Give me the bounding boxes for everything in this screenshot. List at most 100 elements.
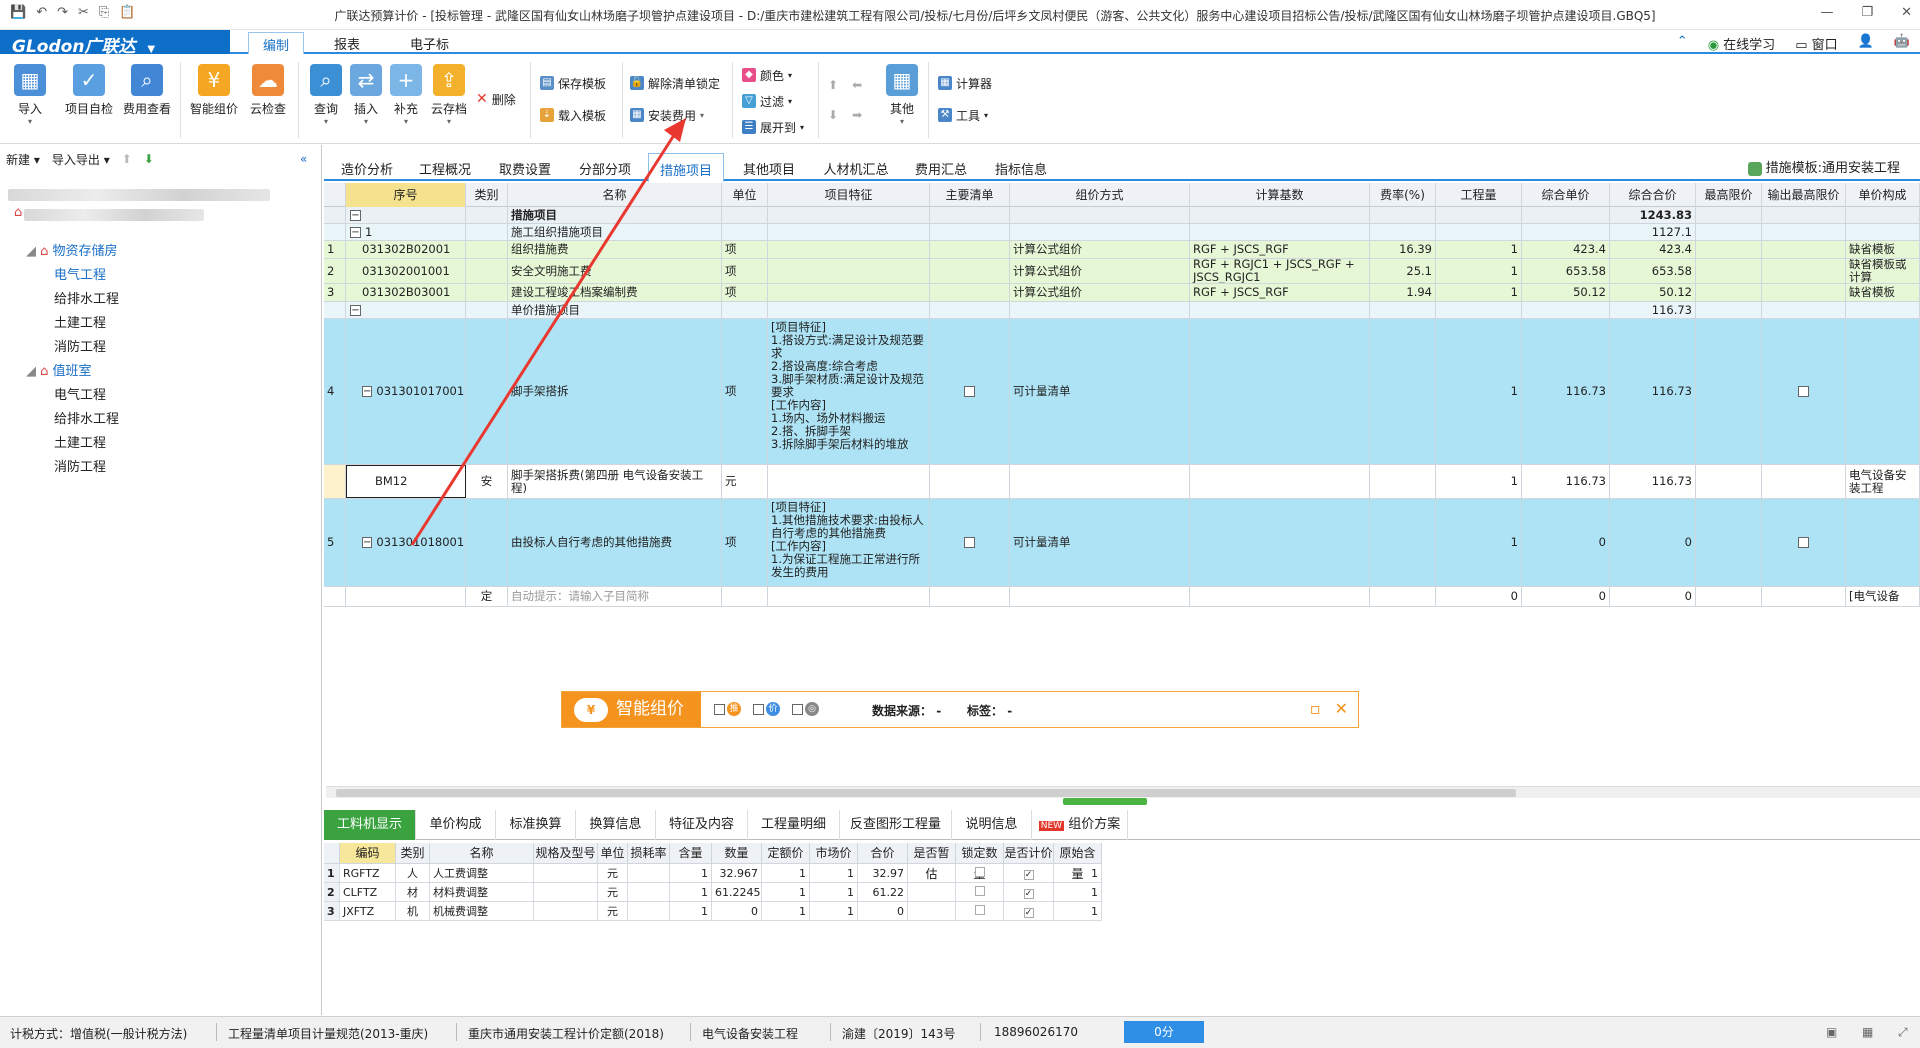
- cell-base[interactable]: [1190, 587, 1370, 606]
- cell-qty[interactable]: 1: [1436, 465, 1522, 498]
- output-max-checkbox[interactable]: [1798, 386, 1809, 397]
- lower-cell[interactable]: 1: [762, 883, 810, 902]
- collapse-icon[interactable]: −: [362, 386, 373, 397]
- cell-method[interactable]: [1010, 224, 1190, 240]
- cell-feat[interactable]: [768, 302, 930, 318]
- lower-cell[interactable]: 元: [598, 902, 628, 921]
- lower-cell[interactable]: [534, 864, 598, 883]
- grid-row[interactable]: 4 −031301017001 脚手架搭拆 项 [项目特征] 1.搭设方式:满足设计及规…: [324, 319, 1920, 465]
- lower-cell[interactable]: 61.2245: [712, 883, 762, 902]
- option-1[interactable]: 推: [714, 702, 741, 716]
- cell-last[interactable]: 缺省模板或计算: [1846, 259, 1920, 283]
- option-3[interactable]: ◎: [792, 702, 819, 716]
- arrow-left-icon[interactable]: ⬅: [852, 78, 862, 92]
- tab-conversion-info[interactable]: 换算信息: [576, 810, 656, 840]
- close-icon[interactable]: ✕: [1335, 699, 1348, 718]
- cell-last[interactable]: [1846, 499, 1920, 586]
- cell-no[interactable]: [324, 465, 346, 498]
- undo-icon[interactable]: ↶: [36, 5, 47, 20]
- lower-cell[interactable]: 0: [858, 902, 908, 921]
- lower-cell[interactable]: 1: [762, 864, 810, 883]
- delete-button[interactable]: ✕ 删除: [476, 88, 516, 110]
- header-type[interactable]: 类别: [466, 183, 508, 207]
- collapse-icon[interactable]: −: [350, 304, 361, 316]
- collapse-icon[interactable]: −: [362, 537, 373, 548]
- lower-header[interactable]: 定额价: [762, 843, 810, 864]
- cell-type[interactable]: [466, 499, 508, 586]
- cell-maxo[interactable]: [1762, 465, 1846, 498]
- cell-base[interactable]: [1190, 207, 1370, 223]
- lower-cell[interactable]: [534, 902, 598, 921]
- cell-main[interactable]: [930, 224, 1010, 240]
- tree-item-duty-room[interactable]: ◢ ⌂ 值班室: [26, 360, 92, 379]
- header-method[interactable]: 组价方式: [1010, 183, 1190, 207]
- cell-maxo[interactable]: [1762, 224, 1846, 240]
- insert-button[interactable]: ⇄ 插入 ▾: [344, 64, 388, 126]
- tree-item-civil-1[interactable]: 土建工程: [54, 312, 106, 331]
- cell-no[interactable]: [324, 587, 346, 606]
- cell-maxo[interactable]: [1762, 259, 1846, 283]
- lower-header[interactable]: 是否计价: [1004, 843, 1054, 864]
- tree-item-plumbing-1[interactable]: 给排水工程: [54, 288, 119, 307]
- cell-total[interactable]: 0: [1610, 499, 1696, 586]
- cell-maxo[interactable]: [1762, 499, 1846, 586]
- cell-no[interactable]: 1: [324, 241, 346, 258]
- cell-code[interactable]: −: [346, 302, 466, 318]
- cell-maxo[interactable]: [1762, 207, 1846, 223]
- lower-cell[interactable]: [628, 902, 670, 921]
- lock-qty-checkbox[interactable]: [974, 886, 985, 896]
- cell-method[interactable]: 计算公式组价: [1010, 241, 1190, 258]
- layout-icon[interactable]: ▣: [1826, 1025, 1837, 1039]
- cell-method[interactable]: [1010, 302, 1190, 318]
- measure-template-button[interactable]: 措施模板:通用安装工程: [1747, 157, 1900, 176]
- lower-cell[interactable]: 材: [396, 883, 430, 902]
- checkbox[interactable]: [753, 703, 764, 715]
- arrow-down-icon[interactable]: ⬇: [144, 152, 154, 166]
- tree-item-plumbing-2[interactable]: 给排水工程: [54, 408, 119, 427]
- cell-name[interactable]: 脚手架搭拆费(第四册 电气设备安装工程): [508, 465, 722, 498]
- tree-item-fire-2[interactable]: 消防工程: [54, 456, 106, 475]
- cell-main[interactable]: [930, 207, 1010, 223]
- lower-cell[interactable]: 32.967: [712, 864, 762, 883]
- online-learning[interactable]: ◉ 在线学习: [1708, 34, 1776, 53]
- cell-base[interactable]: [1190, 465, 1370, 498]
- tab-notes[interactable]: 说明信息: [952, 810, 1032, 840]
- calculator-button[interactable]: ▦ 计算器: [938, 72, 992, 94]
- cell-name[interactable]: 施工组织措施项目: [508, 224, 722, 240]
- cell-total[interactable]: 116.73: [1610, 319, 1696, 464]
- grid-row[interactable]: 5 −031301018001 由投标人自行考虑的其他措施费 项 [项目特征] 1.其他…: [324, 499, 1920, 587]
- lower-cell[interactable]: 元: [598, 883, 628, 902]
- cell-price[interactable]: [1522, 207, 1610, 223]
- cell-last[interactable]: [电气设备: [1846, 587, 1920, 606]
- cell-last[interactable]: 缺省模板: [1846, 284, 1920, 301]
- app-logo-menu[interactable]: GLodon广联达 ▼: [0, 30, 230, 57]
- grid-row[interactable]: 定 自动提示：请输入子目简称 0 0 0 [电气设备: [324, 587, 1920, 607]
- filter-button[interactable]: ▽ 过滤 ▾: [742, 90, 792, 112]
- cell-base[interactable]: [1190, 319, 1370, 464]
- collapse-pane-icon[interactable]: «: [300, 152, 307, 166]
- lower-header[interactable]: [324, 843, 340, 864]
- paste-icon[interactable]: 📋: [119, 5, 135, 20]
- lower-cell[interactable]: 1: [1054, 864, 1102, 883]
- cell-feat[interactable]: [768, 284, 930, 301]
- cell-last[interactable]: [1846, 319, 1920, 464]
- lower-cell[interactable]: 1: [810, 864, 858, 883]
- grid-row[interactable]: 2 031302001001 安全文明施工费 项 计算公式组价 RGF + RGJC1 +…: [324, 259, 1920, 284]
- cell-unit[interactable]: [722, 587, 768, 606]
- cell-type[interactable]: [466, 259, 508, 283]
- cell-base[interactable]: RGF + JSCS_RGF: [1190, 284, 1370, 301]
- unlock-list-button[interactable]: 🔓 解除清单锁定: [630, 72, 720, 94]
- cell-method[interactable]: 可计量清单: [1010, 319, 1190, 464]
- cell-code[interactable]: [346, 587, 466, 606]
- cell-unit[interactable]: [722, 207, 768, 223]
- lower-cell[interactable]: 1: [670, 902, 712, 921]
- supplement-button[interactable]: + 补充 ▾: [384, 64, 428, 126]
- cell-rate[interactable]: [1370, 207, 1436, 223]
- tab-qty-detail[interactable]: 工程量明细: [748, 810, 840, 840]
- cell-no[interactable]: 4: [324, 319, 346, 464]
- self-check-button[interactable]: ✓ 项目自检: [64, 64, 114, 117]
- tab-features[interactable]: 特征及内容: [656, 810, 748, 840]
- lower-cell[interactable]: ✓: [1004, 864, 1054, 883]
- cell-maxp[interactable]: [1696, 499, 1762, 586]
- robot-icon[interactable]: 🤖: [1894, 34, 1910, 53]
